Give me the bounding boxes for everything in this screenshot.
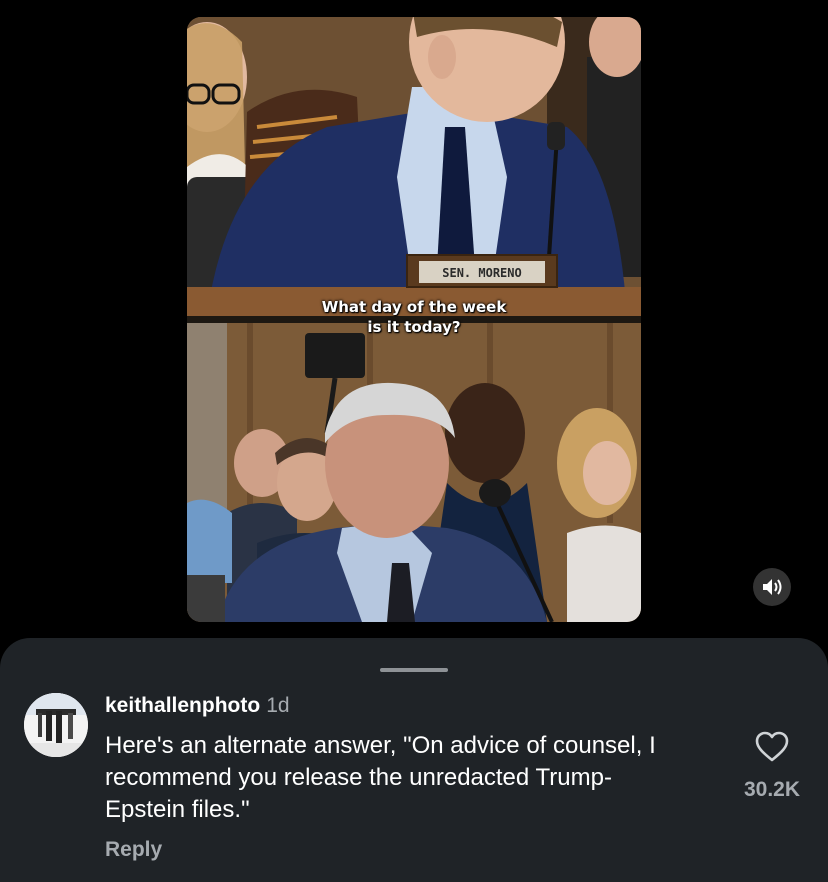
heart-outline-icon[interactable]	[755, 731, 789, 763]
nameplate-text: SEN. MORENO	[442, 266, 521, 280]
avatar-image	[24, 693, 88, 757]
subtitle-line-2: is it today?	[367, 318, 461, 336]
video-subtitle: What day of the week is it today?	[187, 297, 641, 337]
witness-scene	[187, 323, 641, 622]
reply-button[interactable]: Reply	[105, 838, 162, 862]
senator-scene: SEN. MORENO	[187, 17, 641, 316]
comments-sheet: keithallenphoto 1d Here's an alternate an…	[0, 638, 828, 882]
comment-text: Here's an alternate answer, "On advice o…	[105, 732, 656, 823]
like-count: 30.2K	[743, 778, 801, 801]
sound-toggle-button[interactable]	[753, 568, 791, 606]
speaker-on-icon	[763, 579, 782, 595]
subtitle-line-1: What day of the week	[321, 298, 507, 316]
comment-header: keithallenphoto 1d	[105, 693, 290, 719]
comment-time: 1d	[266, 694, 290, 717]
comment-username[interactable]: keithallenphoto	[105, 694, 260, 717]
video-player[interactable]: SEN. MORENO What day of the week is it t…	[187, 17, 641, 622]
video-frame-bottom	[187, 323, 641, 622]
avatar[interactable]	[24, 693, 88, 757]
sheet-drag-handle[interactable]	[380, 668, 448, 672]
video-frame-top: SEN. MORENO	[187, 17, 641, 316]
